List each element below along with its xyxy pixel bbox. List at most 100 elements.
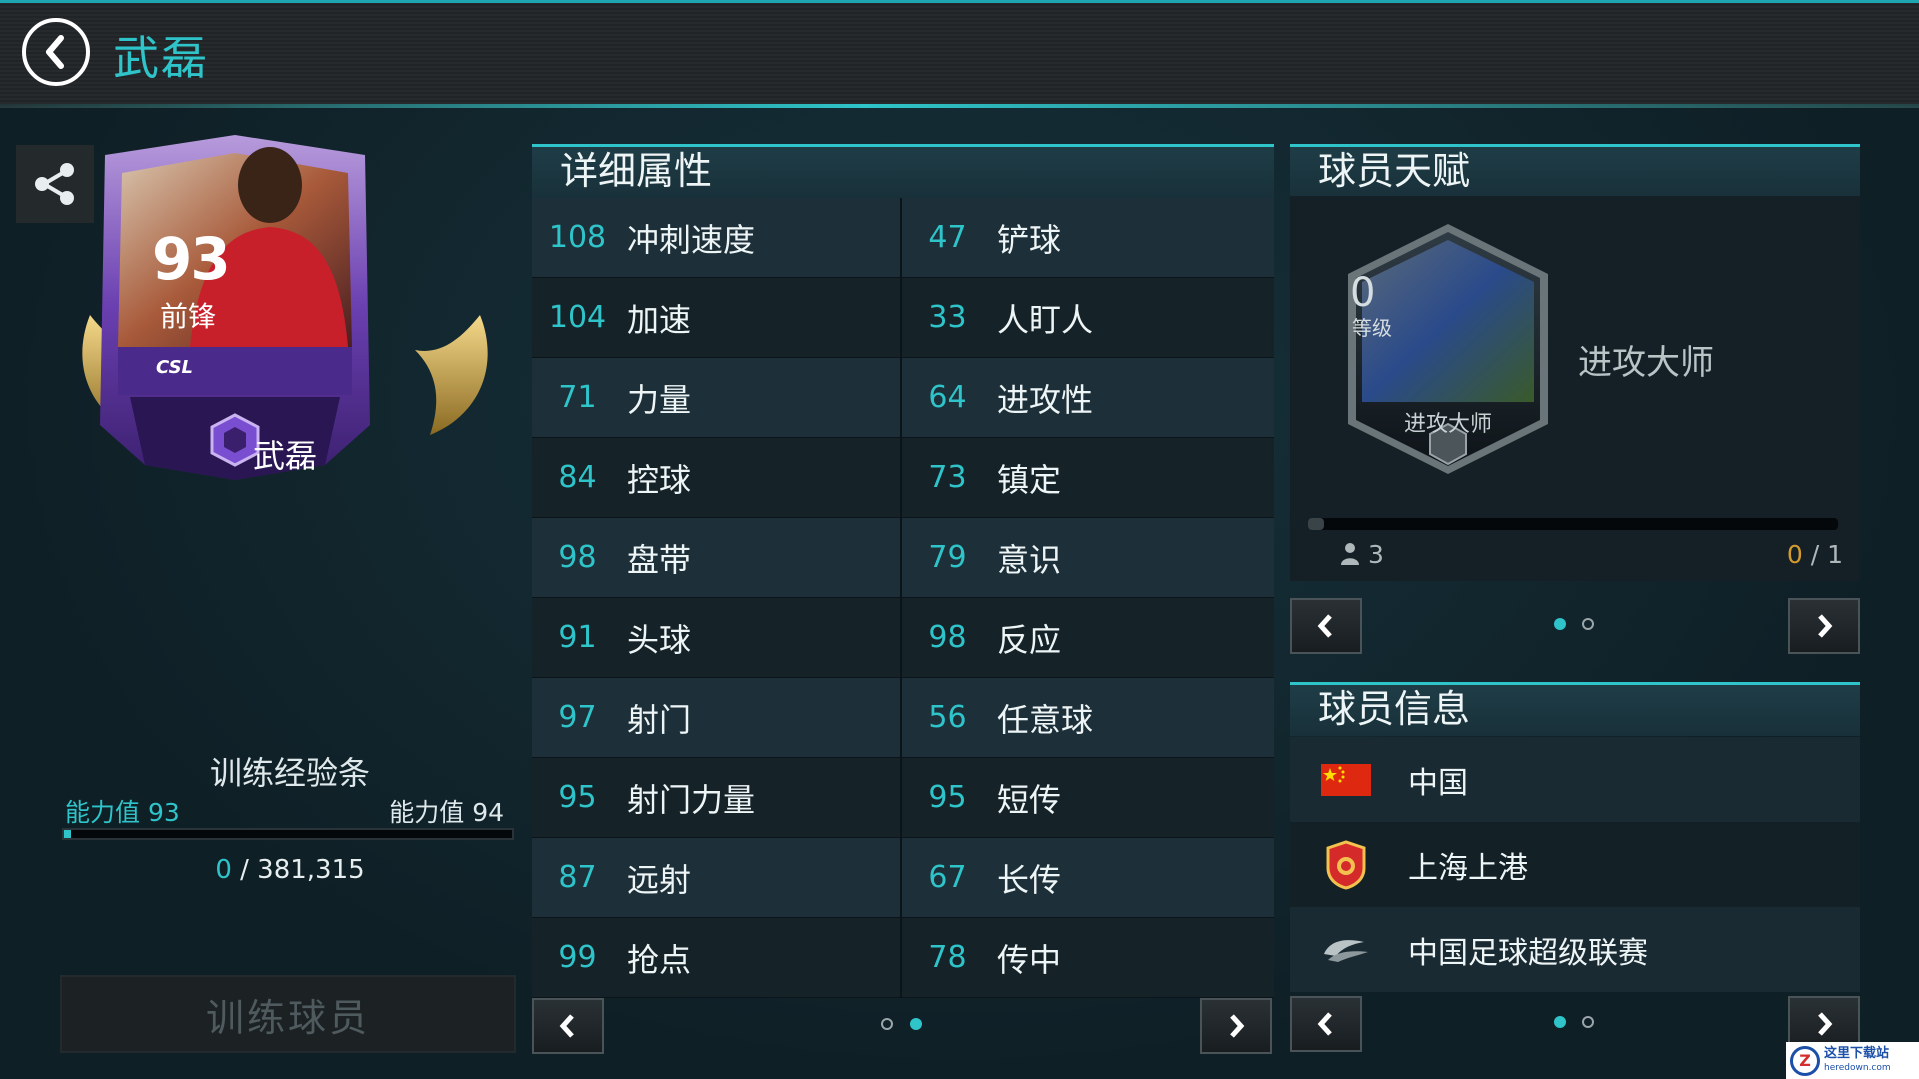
info-prev-button[interactable]	[1290, 996, 1362, 1052]
attribute-cell: 87 远射	[532, 838, 902, 917]
player-card[interactable]: 93 前锋 CSL 武磊	[70, 135, 500, 575]
training-progress-total: 381,315	[257, 855, 365, 885]
chevron-right-icon	[1818, 614, 1833, 638]
talent-header: 球员天赋	[1290, 144, 1860, 198]
attribute-name: 短传	[997, 780, 1062, 819]
training-exp-title: 训练经验条	[209, 754, 370, 792]
attribute-row: 98 盘带 79 意识	[532, 518, 1274, 598]
attribute-value: 98	[928, 620, 967, 655]
csl-logo-icon: CSL	[156, 357, 194, 378]
attribute-cell: 84 控球	[532, 438, 902, 517]
attribute-value: 97	[558, 700, 597, 735]
talent-prev-button[interactable]	[1290, 598, 1362, 654]
training-progress-fill	[64, 830, 71, 838]
talent-progress-text: 0 / 1	[1787, 540, 1843, 569]
info-row-club[interactable]: 上海上港	[1290, 822, 1860, 907]
attribute-name: 意识	[997, 540, 1062, 579]
attribute-value: 73	[928, 460, 967, 495]
attribute-cell: 98 盘带	[532, 518, 902, 597]
train-player-button[interactable]: 训练球员	[60, 975, 516, 1053]
attribute-value: 87	[558, 860, 597, 895]
attribute-name: 头球	[627, 620, 692, 659]
info-pager	[1290, 996, 1860, 1056]
attribute-name: 镇定	[997, 460, 1062, 499]
talent-users-count: 3	[1367, 540, 1384, 569]
attribute-value: 56	[928, 700, 967, 735]
attribute-name: 铲球	[997, 220, 1062, 259]
info-club-text: 上海上港	[1408, 850, 1528, 886]
attribute-cell: 91 头球	[532, 598, 902, 677]
attribute-name: 任意球	[997, 700, 1094, 739]
talent-progress-sep: /	[1810, 540, 1820, 569]
attribute-cell: 98 反应	[902, 598, 1272, 677]
attribute-name: 加速	[627, 300, 692, 339]
top-bar	[0, 0, 1919, 108]
talent-badge-icon[interactable]	[1338, 222, 1558, 502]
talent-next-button[interactable]	[1788, 598, 1860, 654]
current-level-value: 93	[147, 798, 180, 827]
attribute-name: 盘带	[627, 540, 692, 579]
attribute-value: 64	[928, 380, 967, 415]
csl-logo-icon	[1316, 925, 1376, 975]
card-position: 前锋	[160, 300, 217, 333]
training-progress-bar	[62, 828, 514, 840]
attributes-page-dot[interactable]	[881, 1018, 893, 1030]
attribute-cell: 95 短传	[902, 758, 1272, 837]
info-row-league[interactable]: 中国足球超级联赛	[1290, 907, 1860, 992]
attribute-cell: 71 力量	[532, 358, 902, 437]
attribute-value: 78	[928, 940, 967, 975]
attribute-name: 反应	[997, 620, 1062, 659]
chevron-left-icon	[46, 35, 64, 69]
watermark-title: 这里下载站	[1824, 1045, 1890, 1061]
attribute-value: 95	[558, 780, 597, 815]
attribute-value: 79	[928, 540, 967, 575]
attributes-next-button[interactable]	[1200, 998, 1272, 1054]
attribute-row: 87 远射 67 长传	[532, 838, 1274, 918]
attribute-value: 47	[928, 220, 967, 255]
chevron-right-icon	[1230, 1014, 1245, 1038]
current-level-label: 能力值	[65, 798, 141, 827]
attribute-name: 进攻性	[997, 380, 1094, 419]
attribute-name: 抢点	[627, 940, 692, 979]
info-page-dot[interactable]	[1554, 1016, 1566, 1028]
attributes-pager	[532, 998, 1274, 1058]
attribute-name: 冲刺速度	[627, 220, 756, 259]
attribute-cell: 108 冲刺速度	[532, 198, 902, 277]
talent-page-dot[interactable]	[1582, 618, 1594, 630]
attribute-cell: 79 意识	[902, 518, 1272, 597]
attribute-row: 104 加速 33 人盯人	[532, 278, 1274, 358]
attribute-value: 67	[928, 860, 967, 895]
attribute-row: 97 射门 56 任意球	[532, 678, 1274, 758]
info-page-dot[interactable]	[1582, 1016, 1594, 1028]
attribute-cell: 95 射门力量	[532, 758, 902, 837]
next-level: 能力值 94	[389, 793, 504, 829]
attributes-page-dot[interactable]	[910, 1018, 922, 1030]
attribute-cell: 67 长传	[902, 838, 1272, 917]
attribute-name: 长传	[997, 860, 1062, 899]
attribute-name: 力量	[627, 380, 692, 419]
attribute-name: 远射	[627, 860, 692, 899]
attribute-cell: 56 任意球	[902, 678, 1272, 757]
shanghai-sipg-crest-icon	[1316, 839, 1376, 890]
info-nation-text: 中国	[1408, 765, 1468, 801]
talent-page-dot[interactable]	[1554, 618, 1566, 630]
chevron-left-icon	[1317, 1012, 1332, 1036]
attribute-cell: 78 传中	[902, 918, 1272, 997]
back-button[interactable]	[22, 18, 90, 86]
info-row-nation[interactable]: 中国	[1290, 737, 1860, 822]
training-progress-current: 0	[215, 855, 232, 885]
training-progress-text: 0 / 381,315	[60, 855, 520, 885]
attributes-header: 详细属性	[532, 144, 1274, 198]
attribute-row: 108 冲刺速度 47 铲球	[532, 198, 1274, 278]
attribute-value: 95	[928, 780, 967, 815]
watermark: Z 这里下载站 heredown.com	[1786, 1042, 1919, 1079]
watermark-logo-icon: Z	[1790, 1045, 1820, 1076]
attribute-value: 91	[558, 620, 597, 655]
user-icon	[1341, 543, 1359, 565]
attributes-grid: 108 冲刺速度 47 铲球 104 加速 33 人盯人 71 力量 64 进攻性 84 控球 73 镇定 98…	[532, 198, 1274, 998]
attribute-row: 84 控球 73 镇定	[532, 438, 1274, 518]
attributes-prev-button[interactable]	[532, 998, 604, 1054]
player-card-art	[82, 135, 488, 480]
talent-level-label: 等级	[1352, 316, 1392, 340]
attribute-cell: 47 铲球	[902, 198, 1272, 277]
